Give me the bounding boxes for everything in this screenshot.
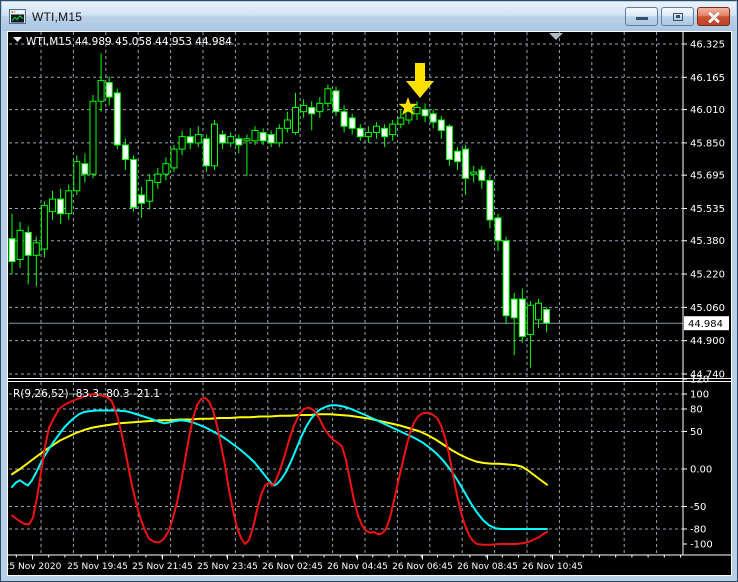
grid-layer (9, 32, 683, 554)
svg-text:46.325: 46.325 (690, 40, 725, 51)
svg-text:-80: -80 (690, 525, 706, 536)
price-axis[interactable]: 46.325 46.165 46.010 45.850 45.695 45.535 45.3… (683, 40, 729, 381)
chart-window: WTI,M15 46.325 46.165 46.010 45.850 45.695 45… (0, 0, 738, 582)
svg-text:26 Nov 02:45: 26 Nov 02:45 (262, 562, 323, 572)
svg-text:0.00: 0.00 (690, 465, 712, 476)
svg-text:44.984: 44.984 (688, 319, 723, 330)
chart-dropdown-icon[interactable] (13, 37, 22, 42)
window-title: WTI,M15 (32, 10, 82, 24)
svg-text:120: 120 (690, 375, 709, 386)
minimize-button[interactable] (625, 7, 658, 26)
svg-text:26 Nov 04:45: 26 Nov 04:45 (327, 562, 388, 572)
chart-client-area[interactable]: 46.325 46.165 46.010 45.850 45.695 45.535 45.3… (7, 31, 732, 576)
svg-text:44.900: 44.900 (690, 336, 725, 347)
svg-text:25 Nov 23:45: 25 Nov 23:45 (197, 562, 258, 572)
chart-shift-marker-icon (549, 33, 563, 40)
candles-layer (9, 53, 550, 367)
svg-text:45.535: 45.535 (690, 204, 725, 215)
svg-text:45.060: 45.060 (690, 303, 725, 314)
svg-text:80: 80 (690, 405, 703, 416)
svg-text:25 Nov 2020: 25 Nov 2020 (8, 562, 62, 572)
minimize-icon (636, 17, 648, 20)
time-axis[interactable]: 25 Nov 2020 25 Nov 19:45 25 Nov 21:45 25 No… (8, 555, 681, 572)
svg-text:100: 100 (690, 390, 709, 401)
svg-text:-100: -100 (690, 540, 713, 551)
indicator-axis[interactable]: 120 100 80 50 0.00 -50 -80 -100 (683, 375, 713, 551)
svg-text:46.165: 46.165 (690, 73, 725, 84)
wpr-line-mid (12, 405, 547, 529)
svg-text:26 Nov 06:45: 26 Nov 06:45 (392, 562, 453, 572)
svg-text:45.220: 45.220 (690, 270, 725, 281)
svg-text:45.695: 45.695 (690, 171, 725, 182)
window-controls (625, 7, 730, 26)
chart-window-icon (9, 9, 26, 24)
chart-ohlc-header: WTI,M15 44.989 45.058 44.953 44.984 (26, 36, 232, 48)
wpr-line-slow (12, 414, 547, 485)
arrow-down-icon (415, 63, 425, 81)
restore-icon (673, 13, 683, 21)
svg-text:-50: -50 (690, 502, 706, 513)
close-button[interactable] (697, 7, 730, 26)
svg-text:46.010: 46.010 (690, 105, 725, 116)
svg-text:25 Nov 19:45: 25 Nov 19:45 (67, 562, 128, 572)
indicator-header: R(9,26,52) -83.3 -80.3 -21.1 (13, 388, 160, 400)
svg-text:50: 50 (690, 427, 703, 438)
chart-svg[interactable]: 46.325 46.165 46.010 45.850 45.695 45.535 45.3… (8, 32, 731, 575)
title-bar[interactable]: WTI,M15 (2, 2, 736, 31)
restore-button[interactable] (661, 7, 694, 26)
svg-text:26 Nov 10:45: 26 Nov 10:45 (522, 562, 583, 572)
svg-text:25 Nov 21:45: 25 Nov 21:45 (132, 562, 193, 572)
svg-text:45.850: 45.850 (690, 138, 725, 149)
svg-text:26 Nov 08:45: 26 Nov 08:45 (457, 562, 518, 572)
svg-text:45.380: 45.380 (690, 236, 725, 247)
